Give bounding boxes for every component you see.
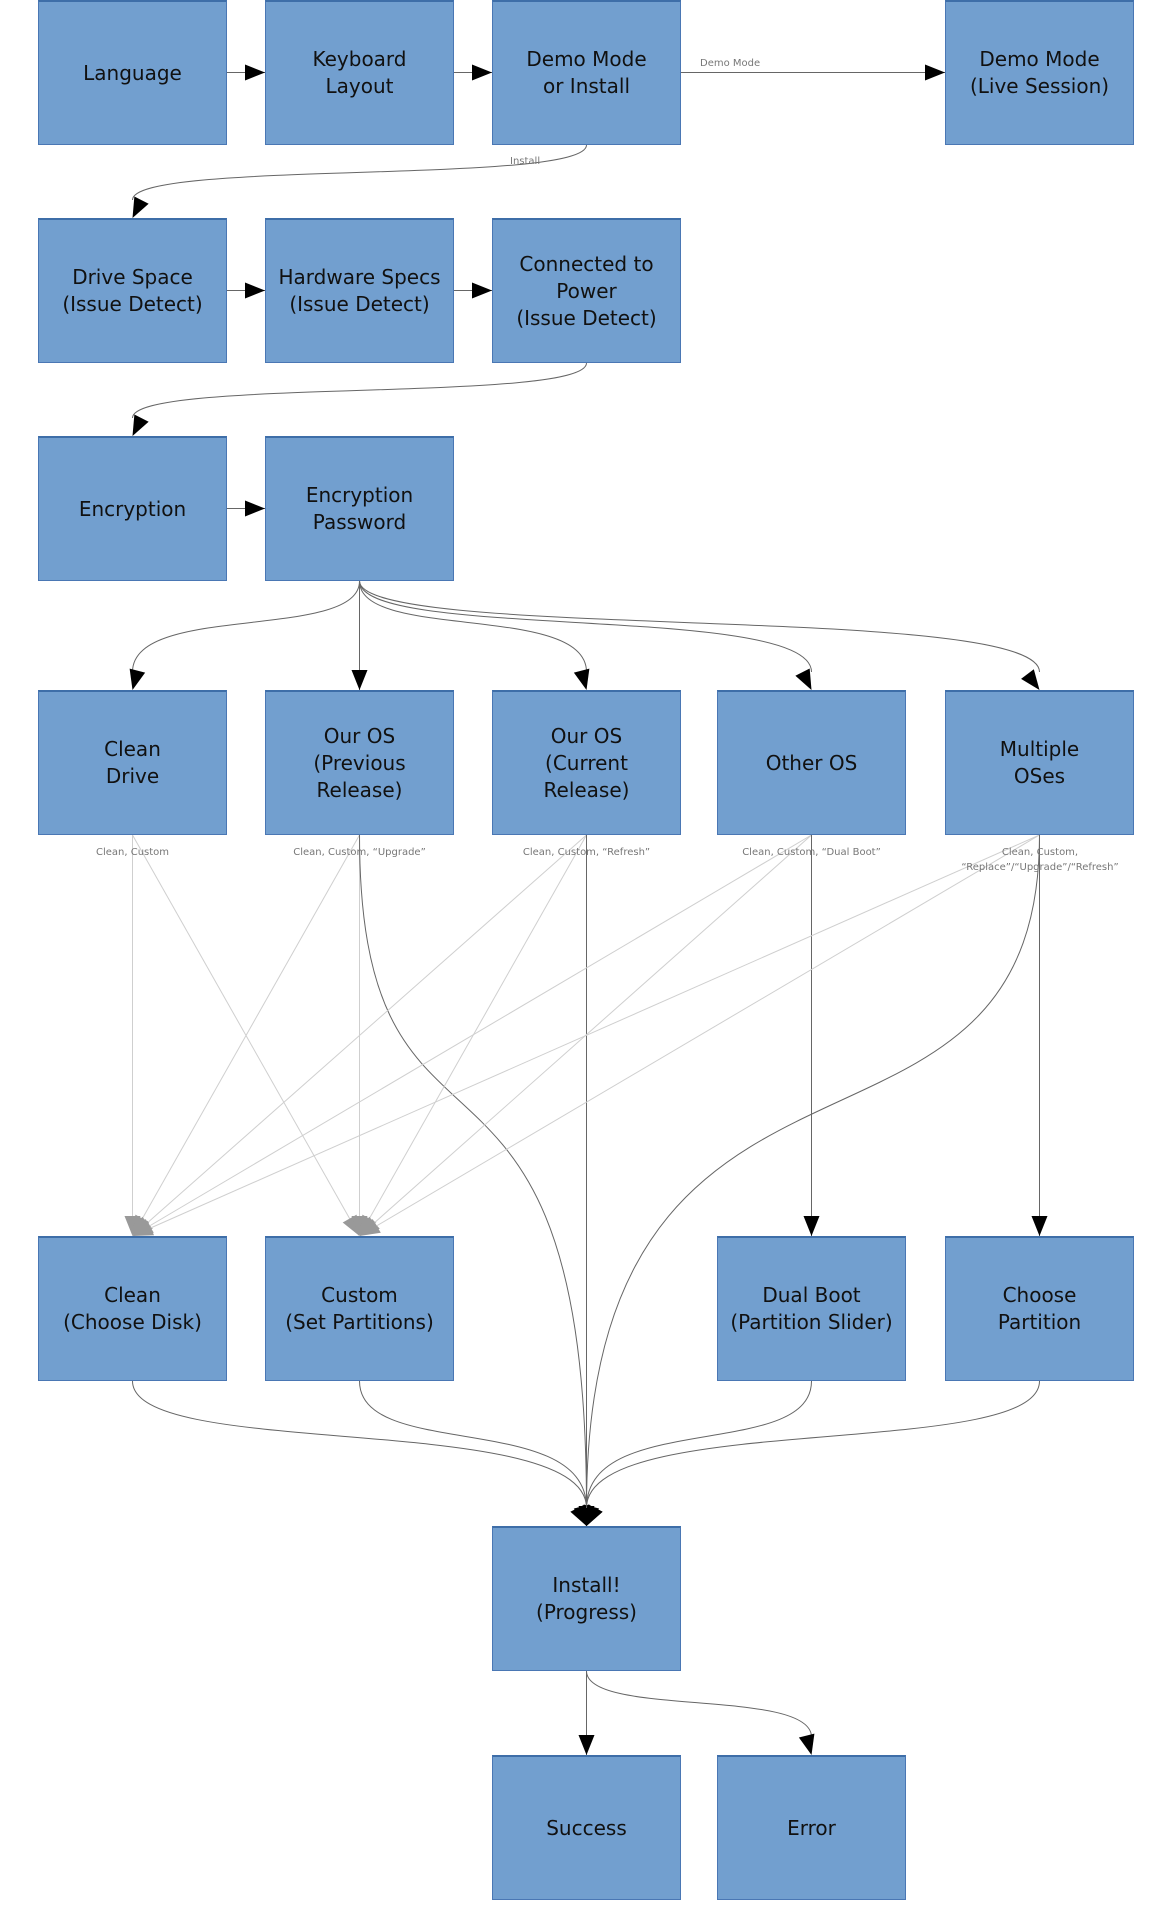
edge-multiple-oses-to-install [586,834,1040,1509]
arrowhead-icon [351,670,368,690]
arrowhead-icon [132,414,149,436]
arrowhead-icon [1021,669,1040,690]
edge-label-other-os: Clean, Custom, “Dual Boot” [742,847,881,858]
node-language: Language [38,0,227,145]
arrowhead-icon [245,282,265,299]
node-demo-live: Demo Mode (Live Session) [945,0,1134,145]
node-error: Error [717,1755,906,1900]
edge-label-our-os-curr: Clean, Custom, “Refresh” [522,847,651,858]
edge-our-os-prev-to-install [359,834,587,1509]
edge-power-to-encryption [132,362,587,419]
edge-our-os-curr-to-custom [359,834,587,1237]
node-hardware: Hardware Specs (Issue Detect) [265,218,454,363]
node-success: Success [492,1755,681,1900]
arrowhead-icon [803,1216,820,1236]
edge-multiple-oses-to-custom [359,834,1040,1237]
arrowhead-icon [586,1504,603,1526]
arrowhead-icon [798,1733,815,1755]
node-custom: Custom (Set Partitions) [265,1236,454,1381]
node-our-os-prev: Our OS (Previous Release) [265,690,454,835]
edge-enc-password-to-clean-drive [132,580,360,673]
edge-label-our-os-prev: Clean, Custom, “Upgrade” [293,847,426,858]
node-drive-space: Drive Space (Issue Detect) [38,218,227,363]
arrowhead-icon [129,668,146,690]
edge-custom-to-install [359,1380,587,1509]
arrowhead-icon [578,1735,595,1755]
node-install: Install! (Progress) [492,1526,681,1671]
arrowhead-icon [245,500,265,517]
node-power: Connected to Power (Issue Detect) [492,218,681,363]
node-dual-boot: Dual Boot (Partition Slider) [717,1236,906,1381]
edge-clean-disk-to-install [132,1380,587,1509]
arrowhead-icon [472,282,492,299]
node-clean-disk: Clean (Choose Disk) [38,1236,227,1381]
arrowhead-icon [925,64,945,81]
node-choose-partition: Choose Partition [945,1236,1134,1381]
edge-label-demo-mode: Demo Mode [700,58,761,69]
node-enc-password: Encryption Password [265,436,454,581]
edge-enc-password-to-multiple-oses [359,580,1040,673]
node-keyboard: Keyboard Layout [265,0,454,145]
edge-choose-partition-to-install [586,1380,1040,1509]
edge-enc-password-to-our-os-curr [359,580,587,673]
edge-label-clean-drive: Clean, Custom [95,847,170,858]
arrowhead-icon [1031,1216,1048,1236]
node-clean-drive: Clean Drive [38,690,227,835]
arrowhead-icon [472,64,492,81]
edge-label-multiple-oses: Clean, Custom, “Replace”/“Upgrade”/“Refr… [961,847,1119,873]
arrowhead-icon [132,196,149,218]
arrowhead-icon [795,668,812,690]
node-other-os: Other OS [717,690,906,835]
node-multiple-oses: Multiple OSes [945,690,1134,835]
edge-dual-boot-to-install [586,1380,812,1509]
arrowhead-icon [245,64,265,81]
edge-install-to-error [586,1670,812,1738]
arrowhead-icon [573,668,590,690]
edge-enc-password-to-other-os [359,580,812,673]
node-our-os-curr: Our OS (Current Release) [492,690,681,835]
node-encryption: Encryption [38,436,227,581]
node-demo-or-install: Demo Mode or Install [492,0,681,145]
edge-label-install: Install [510,156,541,167]
